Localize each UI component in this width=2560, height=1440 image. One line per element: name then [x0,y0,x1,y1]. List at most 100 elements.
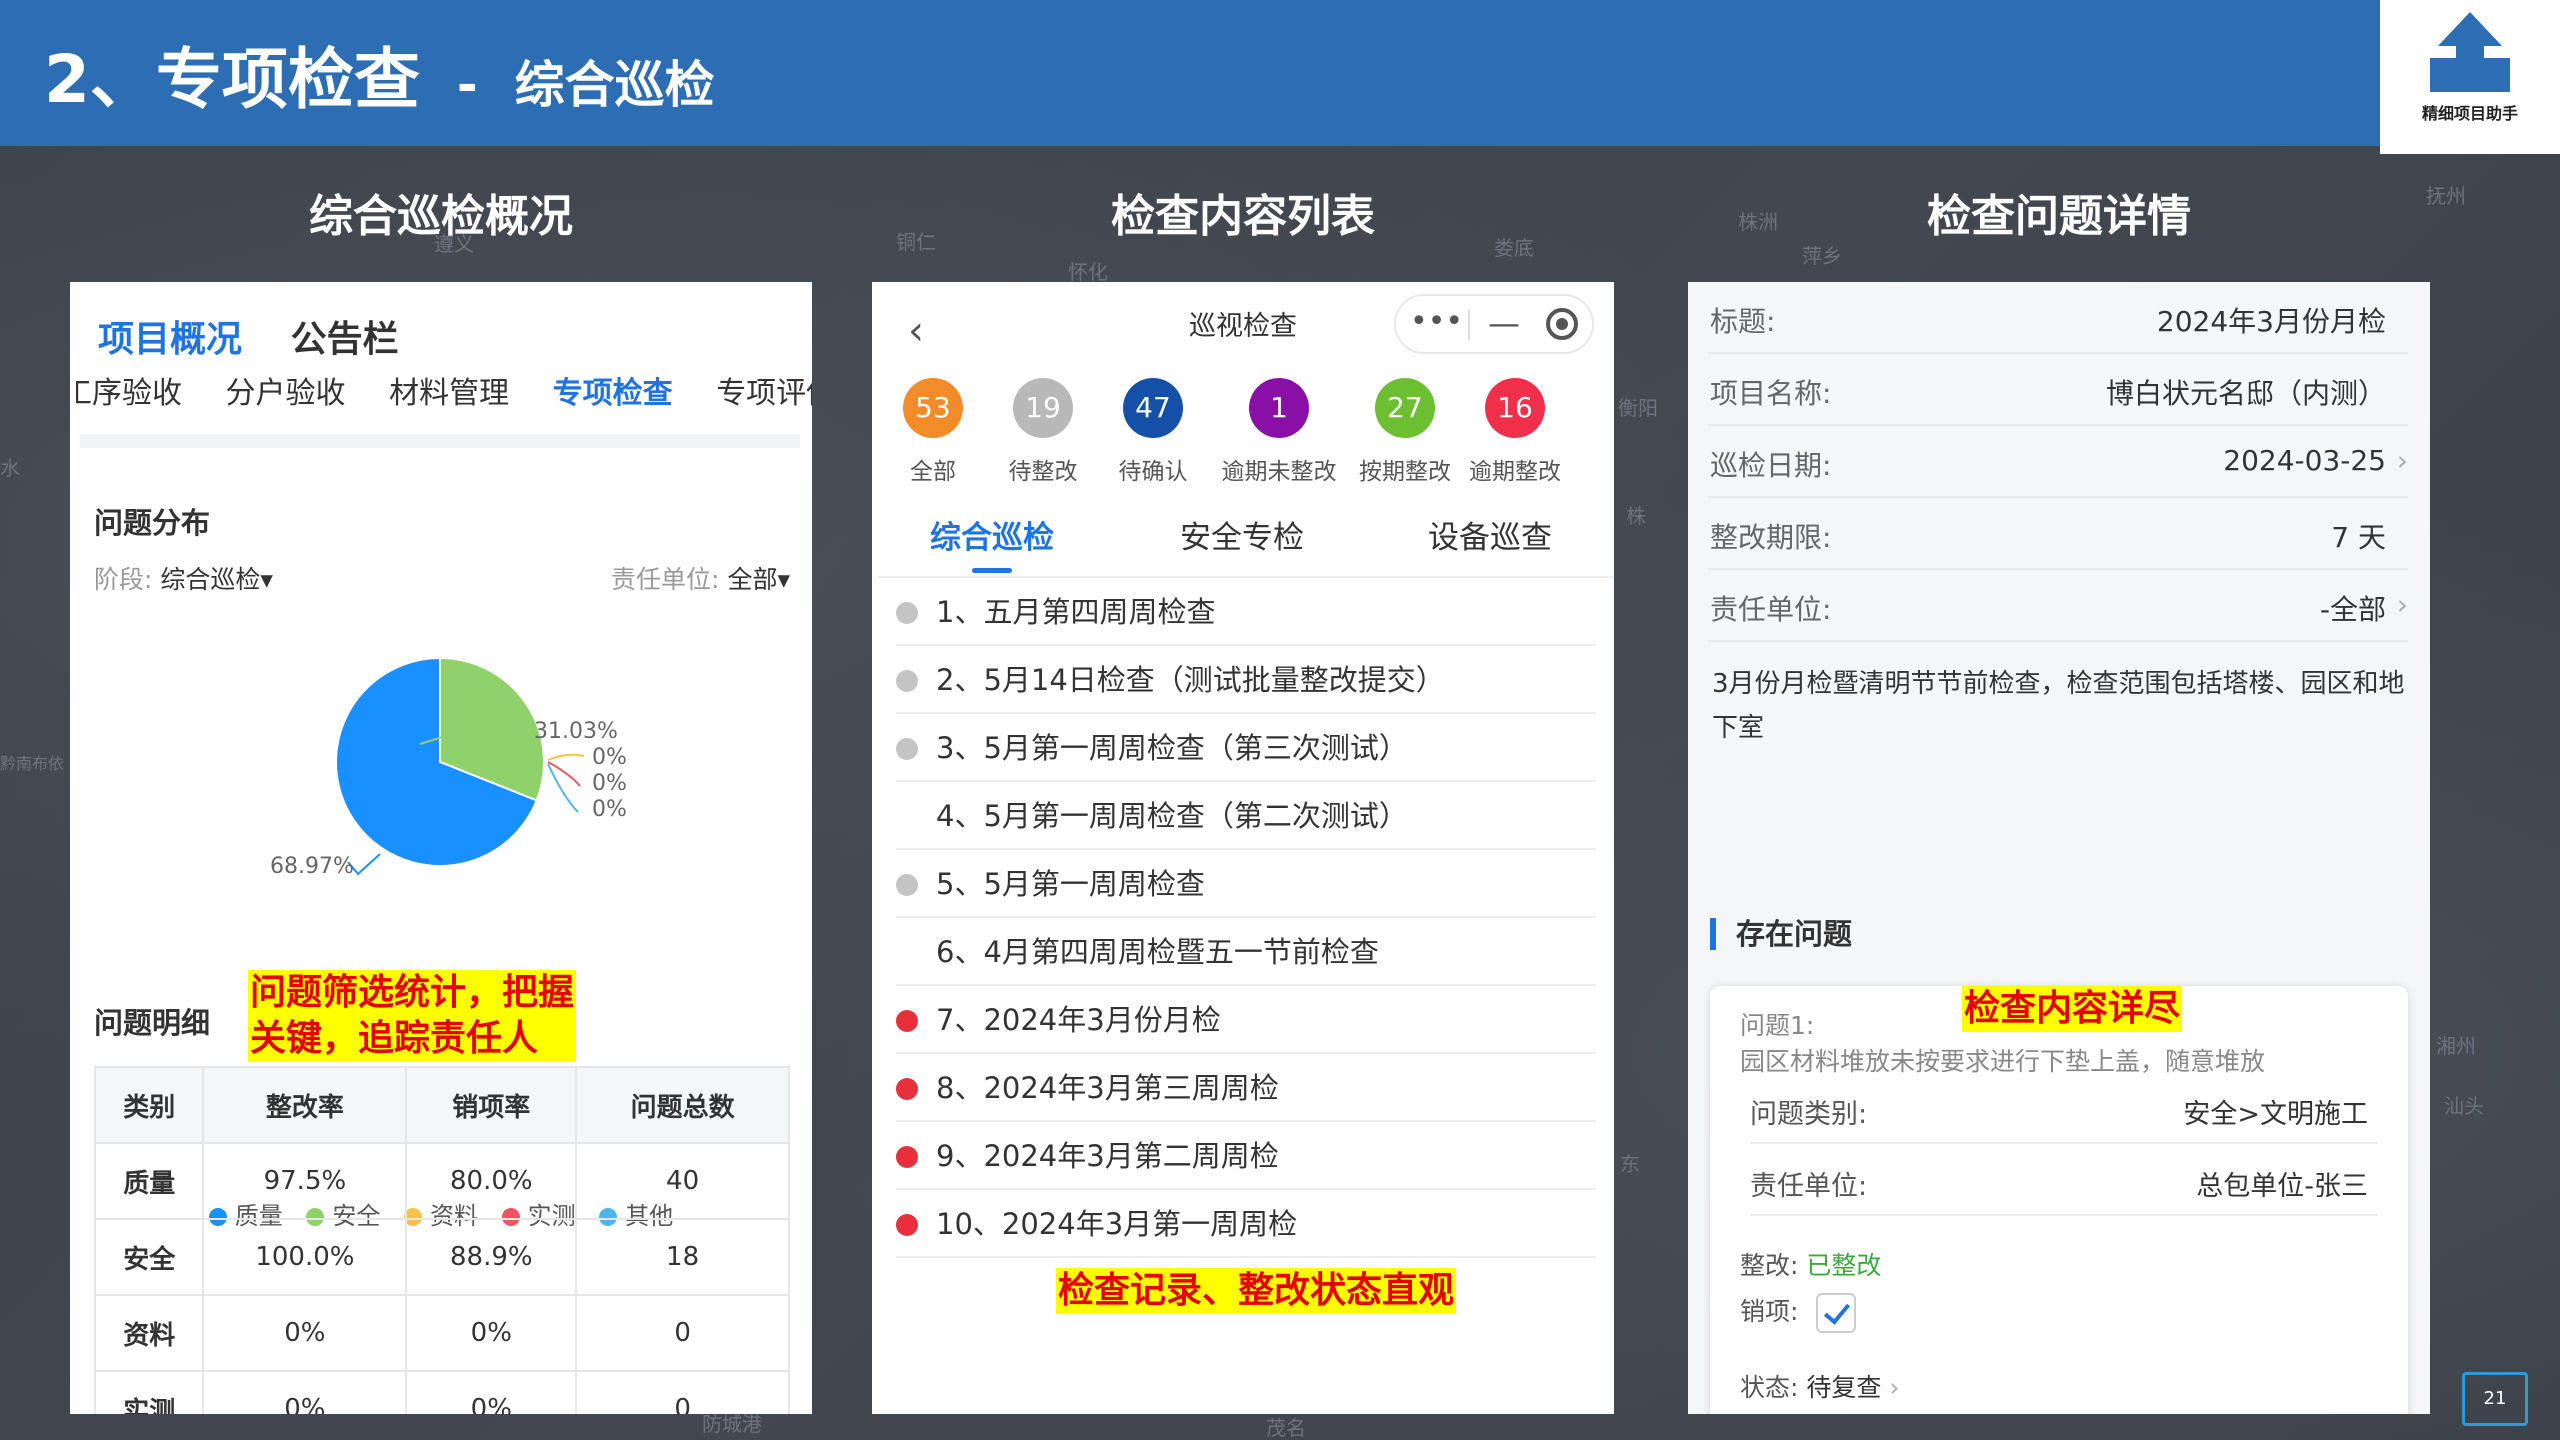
issue-card[interactable]: 问题1: 园区材料堆放未按要求进行下垫上盖，随意堆放 问题类别: 安全>文明施工… [1710,986,2408,1414]
chevron-right-icon[interactable]: › [2397,444,2408,477]
list-item[interactable]: 9、2024年3月第二周周检 [896,1122,1596,1190]
table-row[interactable]: 质量 97.5% 80.0% 40 [93,1142,790,1220]
list-item[interactable]: 7、2024年3月份月检 [896,986,1596,1054]
tab-special-evaluation[interactable]: 专项评估 [716,368,812,412]
tab-bulletin[interactable]: 公告栏 [291,319,399,360]
table-cell: 0 [575,1370,790,1414]
list-item-text: 7、2024年3月份月检 [936,1003,1221,1037]
list-item[interactable]: 6、4月第四周周检暨五一节前检查 [896,918,1596,986]
tab-project-overview[interactable]: 项目概况 [98,319,242,360]
stage-filter[interactable]: 阶段: 综合巡检▾ [94,560,273,596]
field-deadline: 整改期限: 7 天 [1708,498,2408,570]
detail-stats-title: 问题明细 [94,1006,211,1040]
field-key: 项目名称: [1710,377,1832,410]
list-item-text: 6、4月第四周周检暨五一节前检查 [936,935,1379,969]
detail-panel: 标题: 2024年3月份月检 项目名称: 博白状元名邸（内测） 巡检日期: 20… [1688,282,2430,1414]
list-item[interactable]: 2、5月14日检查（测试批量整改提交） [896,646,1596,714]
table-cell: 97.5% [202,1142,408,1220]
issue-close-row: 销项: [1740,1292,1857,1333]
table-row[interactable]: 安全 100.0% 88.9% 18 [93,1218,790,1296]
table-cell: 资料 [93,1294,205,1372]
list-item[interactable]: 10、2024年3月第一周周检 [896,1190,1596,1258]
tab-comprehensive[interactable]: 综合巡检 [872,512,1112,557]
stage-filter-label: 阶段: [94,565,153,594]
list-item-text: 8、2024年3月第三周周检 [936,1071,1279,1105]
list-item[interactable]: 5、5月第一周周检查 [896,850,1596,918]
status-dot-icon [896,1078,918,1100]
overview-callout: 问题筛选统计，把握 关键，追踪责任人 [248,970,577,1062]
more-icon[interactable]: ••• [1410,304,1463,339]
status-dot-icon [896,670,918,692]
tab-special-inspection[interactable]: 专项检查 [553,368,673,412]
issue-state-row[interactable]: 状态: 待复查 › [1740,1368,1899,1404]
stat-pending-rectify[interactable]: 19 待整改 [988,378,1098,486]
stat-all[interactable]: 53 全部 [878,378,988,486]
table-row[interactable]: 实测 0% 0% 0 [93,1370,790,1414]
chevron-right-icon[interactable]: › [2397,588,2408,621]
stat-overdue-unrectified[interactable]: 1 逾期未整改 [1214,378,1344,486]
issue-unit-row: 责任单位: 总包单位-张三 [1750,1144,2378,1216]
list-item[interactable]: 3、5月第一周周检查（第三次测试） [896,714,1596,782]
status-dot-icon [896,1146,918,1168]
stage-filter-value[interactable]: 综合巡检▾ [160,565,273,594]
map-label: 黔南布依 [0,754,65,773]
status-dot-icon [896,806,918,828]
chevron-right-icon[interactable]: › [1889,1373,1899,1402]
map-label: 湘州 [2436,1034,2476,1058]
stat-pending-confirm[interactable]: 47 待确认 [1098,378,1208,486]
tab-safety[interactable]: 安全专检 [1122,512,1362,557]
status-dot-icon [896,738,918,760]
status-dot-icon [896,874,918,896]
unit-filter-value[interactable]: 全部▾ [727,565,790,594]
minimize-icon[interactable]: — [1488,304,1520,342]
table-header: 整改率 [202,1066,408,1144]
stat-ontime-rectified[interactable]: 27 按期整改 [1350,378,1460,486]
stat-badge: 16 [1485,378,1545,438]
field-responsible-unit[interactable]: 责任单位: -全部 › [1708,570,2408,642]
stat-overdue-rectified[interactable]: 16 逾期整改 [1460,378,1570,486]
stat-label: 全部 [910,459,956,485]
field-value: 7 天 [2331,521,2386,554]
divider [80,434,800,448]
map-label: 东 [1620,1152,1640,1176]
issue-category-row: 问题类别: 安全>文明施工 [1750,1072,2378,1144]
field-inspection-date[interactable]: 巡检日期: 2024-03-25 › [1708,426,2408,498]
table-header: 问题总数 [575,1066,790,1144]
map-label: 抚州 [2426,184,2466,208]
field-key: 销项: [1740,1297,1799,1326]
field-key: 标题: [1710,305,1776,338]
list-item[interactable]: 8、2024年3月第三周周检 [896,1054,1596,1122]
tab-equipment[interactable]: 设备巡查 [1370,512,1610,557]
status-dot-icon [896,942,918,964]
close-target-icon[interactable] [1546,308,1578,340]
overview-sub-tabs: 工序验收 分户验收 材料管理 专项检查 专项评估 [76,368,812,416]
table-cell: 18 [575,1218,790,1296]
map-label: 茂名 [1266,1416,1306,1440]
back-chevron-icon[interactable]: ‹ [908,308,924,354]
table-cell: 质量 [93,1142,205,1220]
tab-material-management[interactable]: 材料管理 [389,368,509,412]
stat-label: 逾期未整改 [1221,459,1337,485]
field-value: 博白状元名邸（内测） [2105,377,2386,410]
table-header: 类别 [93,1066,205,1144]
stat-label: 待确认 [1118,459,1188,485]
tab-unit-acceptance[interactable]: 分户验收 [226,368,346,412]
table-cell: 0% [405,1370,578,1414]
stat-badge: 1 [1249,378,1309,438]
unit-filter[interactable]: 责任单位: 全部▾ [611,560,790,596]
field-value: 安全>文明施工 [2183,1099,2368,1130]
field-key: 状态: [1740,1373,1799,1402]
field-key: 整改: [1740,1251,1799,1280]
slide-title-main: 2、专项检查 [44,41,420,118]
map-label: 衡阳 [1618,396,1658,420]
list-item[interactable]: 1、五月第四周周检查 [896,578,1596,646]
list-item[interactable]: 4、5月第一周周检查（第二次测试） [896,782,1596,850]
list-item-text: 10、2024年3月第一周周检 [936,1207,1298,1241]
field-title: 标题: 2024年3月份月检 [1708,282,2408,354]
detail-callout: 检查内容详尽 [1962,986,2183,1032]
unit-filter-label: 责任单位: [611,565,720,594]
close-checkbox[interactable] [1816,1293,1857,1333]
tab-process-acceptance[interactable]: 工序验收 [76,368,182,412]
table-row[interactable]: 资料 0% 0% 0 [93,1294,790,1372]
slide-header: 2、专项检查 - 综合巡检 [0,0,2380,146]
